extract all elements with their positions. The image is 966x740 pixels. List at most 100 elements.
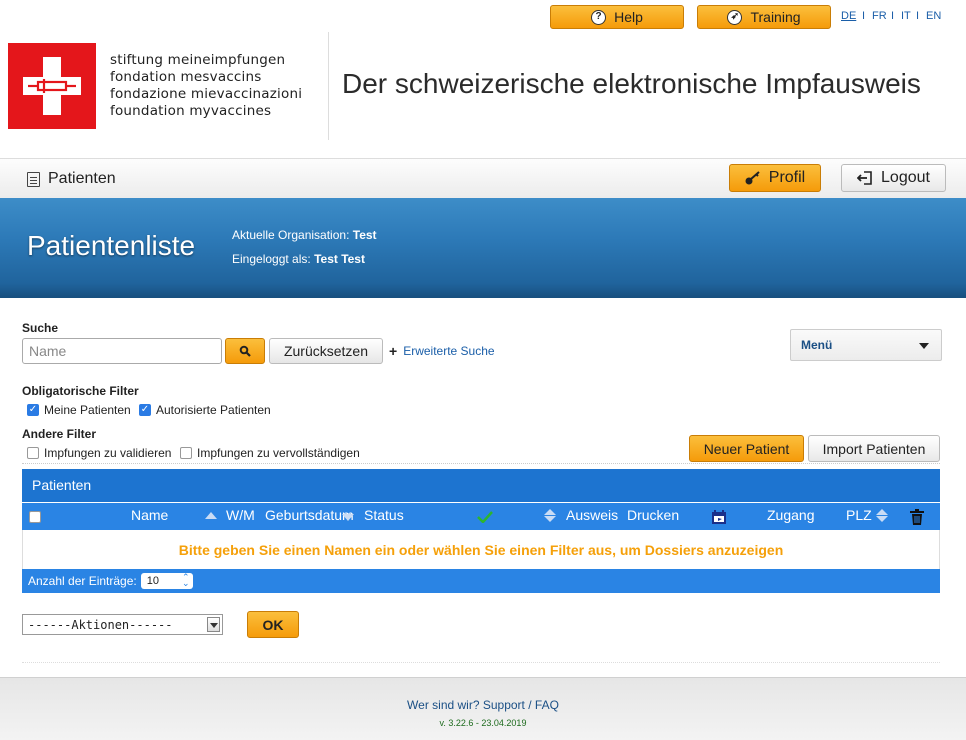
logout-button[interactable]: Logout	[841, 164, 946, 192]
extended-search-label: Erweiterte Suche	[403, 344, 495, 358]
top-bar: ? Help ➶ Training DE I FR I IT I EN	[0, 0, 966, 34]
footer-faq-link[interactable]: FAQ	[535, 698, 559, 712]
select-all-checkbox[interactable]	[29, 511, 41, 523]
search-button[interactable]	[225, 338, 265, 364]
footer-links: Wer sind wir? Support / FAQ	[0, 698, 966, 712]
col-birthdate[interactable]: Geburtsdatum	[265, 507, 354, 523]
import-patients-button[interactable]: Import Patienten	[808, 435, 940, 462]
search-section-label: Suche	[22, 321, 59, 335]
user-label: Eingeloggt als:	[232, 252, 311, 266]
checkbox[interactable]	[27, 447, 39, 459]
version-info: v. 3.22.6 - 23.04.2019	[439, 718, 527, 728]
col-status[interactable]: Status	[364, 507, 404, 523]
filter-to-complete-label: Impfungen zu vervollständigen	[197, 446, 360, 460]
profile-button[interactable]: Profil	[729, 164, 821, 192]
sort-up-icon[interactable]	[205, 512, 217, 519]
user-value: Test Test	[314, 252, 365, 266]
chevron-updown-icon: ⌃ ⌄	[180, 572, 191, 588]
check-icon[interactable]: ✓	[27, 404, 39, 416]
logged-in-as: Eingeloggt als: Test Test	[232, 252, 365, 266]
trash-icon[interactable]	[910, 509, 924, 525]
logout-icon	[857, 171, 872, 185]
reset-button[interactable]: Zurücksetzen	[269, 338, 383, 364]
mandatory-filters-label: Obligatorische Filter	[22, 384, 139, 398]
filter-authorized-patients-label: Autorisierte Patienten	[156, 403, 271, 417]
page-header: Patientenliste Aktuelle Organisation: Te…	[0, 198, 966, 298]
site-title: Der schweizerische elektronische Impfaus…	[342, 68, 921, 99]
ok-button[interactable]: OK	[247, 611, 299, 638]
col-gender[interactable]: W/M	[226, 507, 255, 523]
chevron-down-icon	[919, 343, 929, 349]
divider	[22, 463, 940, 464]
filter-to-validate-label: Impfungen zu validieren	[44, 446, 172, 460]
footer: Wer sind wir? Support / FAQ v. 3.22.6 - …	[0, 677, 966, 740]
nav-patients[interactable]: Patienten	[27, 170, 116, 188]
entry-count-label: Anzahl der Einträge:	[28, 574, 137, 588]
col-access[interactable]: Zugang	[767, 507, 814, 523]
chevron-down-icon	[207, 617, 220, 632]
lang-en[interactable]: EN	[926, 10, 941, 22]
search-input[interactable]	[22, 338, 222, 364]
col-print[interactable]: Drucken	[627, 507, 679, 523]
calendar-icon[interactable]	[711, 509, 727, 525]
foundation-name-en: foundation myvaccines	[110, 103, 272, 119]
profile-label: Profil	[768, 169, 806, 186]
foundation-name-fr: fondation mesvaccins	[110, 69, 262, 85]
col-card[interactable]: Ausweis	[566, 507, 618, 523]
help-button[interactable]: ? Help	[550, 5, 684, 29]
search-icon	[239, 345, 251, 357]
foundation-name-it: fondazione mievaccinazioni	[110, 86, 303, 102]
foundation-name-de: stiftung meineimpfungen	[110, 52, 286, 68]
compass-icon: ➶	[727, 9, 743, 25]
lang-separator: I	[862, 10, 866, 22]
filter-to-complete[interactable]: Impfungen zu vervollständigen	[180, 446, 360, 460]
lang-fr[interactable]: FR	[872, 10, 887, 22]
entry-count-value: 10	[146, 575, 159, 587]
sort-up-icon[interactable]	[544, 509, 556, 515]
checkmark-icon	[477, 511, 493, 523]
logout-label: Logout	[881, 169, 930, 186]
lang-de[interactable]: DE	[841, 10, 856, 22]
checkbox[interactable]	[180, 447, 192, 459]
divider	[22, 662, 940, 663]
filter-my-patients-label: Meine Patienten	[44, 403, 131, 417]
table-footer: Anzahl der Einträge: 10 ⌃ ⌄	[22, 569, 940, 593]
foundation-name: stiftung meineimpfungen fondation mesvac…	[110, 52, 302, 120]
filter-authorized-patients[interactable]: ✓ Autorisierte Patienten	[139, 403, 271, 417]
other-filters-label: Andere Filter	[22, 427, 97, 441]
foundation-logo[interactable]	[8, 43, 96, 129]
footer-support-link[interactable]: Support	[483, 698, 525, 712]
key-icon	[745, 171, 760, 185]
menu-label: Menü	[801, 338, 833, 352]
page-title: Patientenliste	[27, 230, 196, 261]
filter-my-patients[interactable]: ✓ Meine Patienten	[27, 403, 131, 417]
sort-down-icon[interactable]	[544, 516, 556, 522]
actions-select[interactable]: ------Aktionen------	[22, 614, 223, 635]
lang-it[interactable]: IT	[901, 10, 911, 22]
filter-to-validate[interactable]: Impfungen zu validieren	[27, 446, 171, 460]
org-value: Test	[352, 228, 377, 242]
footer-about-link[interactable]: Wer sind wir?	[407, 698, 479, 712]
training-button[interactable]: ➶ Training	[697, 5, 831, 29]
lang-separator: I	[891, 10, 895, 22]
table-title: Patienten	[22, 469, 940, 502]
nav-patients-label: Patienten	[48, 170, 116, 187]
menu-dropdown[interactable]: Menü	[790, 329, 942, 361]
training-label: Training	[750, 9, 801, 25]
sort-down-icon[interactable]	[876, 516, 888, 522]
col-name[interactable]: Name	[131, 507, 168, 523]
help-icon: ?	[591, 9, 607, 25]
check-icon[interactable]: ✓	[139, 404, 151, 416]
sort-up-icon[interactable]	[876, 509, 888, 515]
new-patient-button[interactable]: Neuer Patient	[689, 435, 804, 462]
extended-search-link[interactable]: + Erweiterte Suche	[389, 343, 495, 359]
col-zip[interactable]: PLZ	[846, 507, 872, 523]
sort-down-icon[interactable]	[342, 514, 354, 521]
entry-count-select[interactable]: 10 ⌃ ⌄	[140, 572, 193, 589]
document-icon	[27, 171, 40, 187]
empty-message: Bitte geben Sie einen Namen ein oder wäh…	[22, 530, 940, 569]
actions-value: ------Aktionen------	[28, 617, 173, 632]
syringe-icon	[28, 79, 76, 93]
table-header: Name W/M Geburtsdatum Status Ausweis Dru…	[22, 503, 940, 530]
footer-separator: /	[528, 698, 532, 712]
